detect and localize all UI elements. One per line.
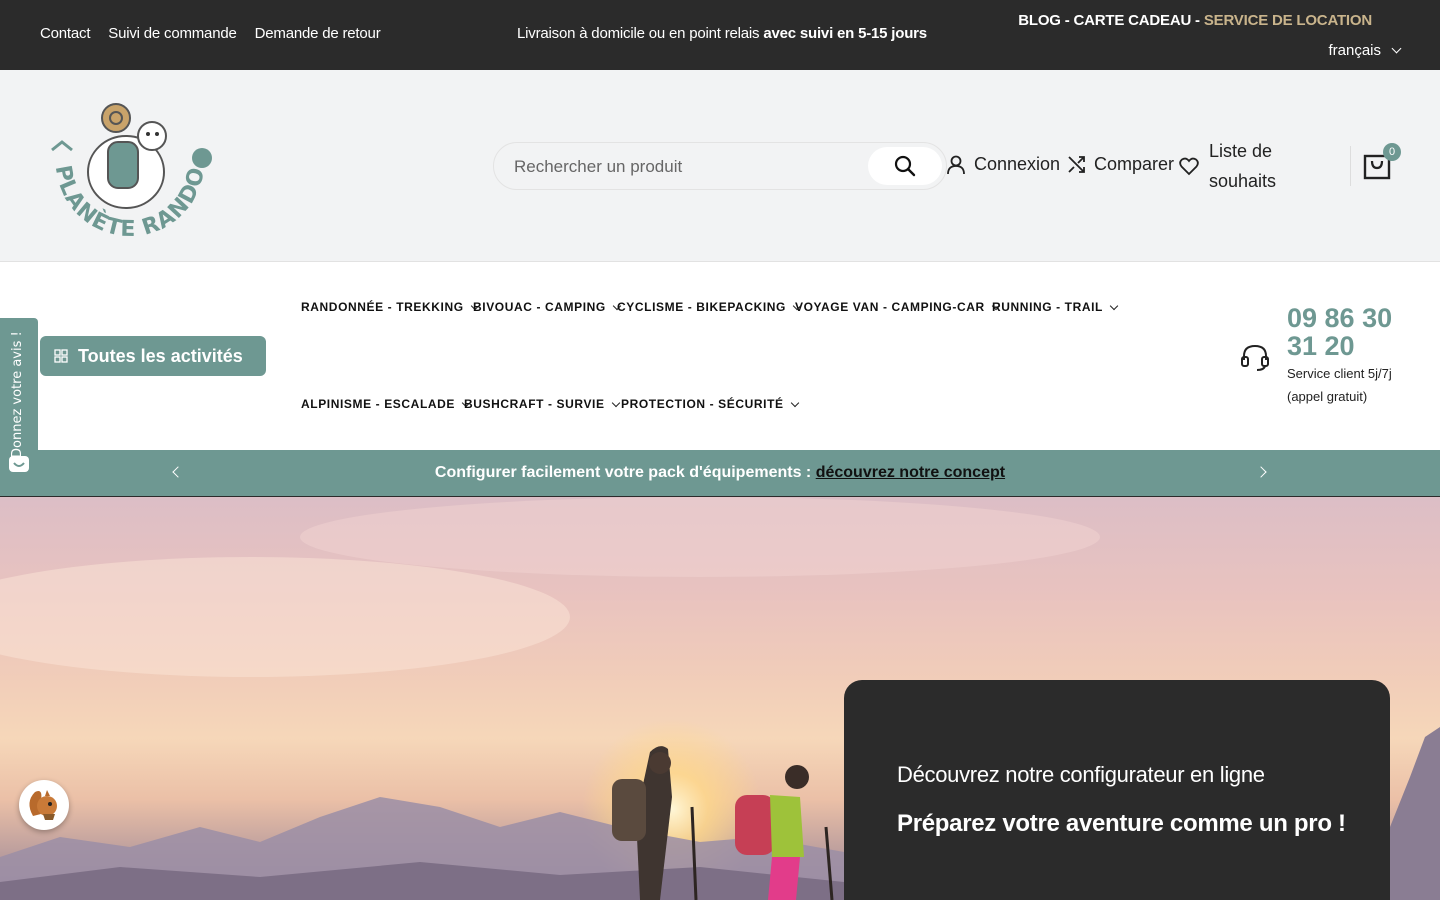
shuffle-icon	[1068, 156, 1085, 173]
search-bar	[493, 142, 947, 190]
nav-item-alpinisme[interactable]: ALPINISME - ESCALADE	[301, 397, 471, 411]
language-selector[interactable]: français	[1328, 42, 1402, 59]
user-icon	[947, 155, 965, 174]
login-label: Connexion	[974, 154, 1061, 174]
promo-concept-link[interactable]: découvrez notre concept	[816, 464, 1005, 481]
nav-item-bushcraft[interactable]: BUSHCRAFT - SURVIE	[464, 397, 620, 411]
nav-item-cyclisme[interactable]: CYCLISME - BIKEPACKING	[617, 300, 802, 314]
configurator-card: Découvrez notre configurateur en ligne P…	[844, 680, 1390, 900]
blog-giftcard-links[interactable]: BLOG - CARTE CADEAU -	[1018, 12, 1204, 29]
phone-subtext: Service client 5j/7j (appel gratuit)	[1287, 366, 1392, 404]
nav-label: VOYAGE VAN - CAMPING-CAR	[795, 300, 985, 314]
cart-count-badge: 0	[1383, 143, 1401, 161]
contact-link[interactable]: Contact	[40, 25, 90, 42]
compare-link[interactable]: Comparer	[1067, 154, 1174, 175]
chevron-down-icon	[790, 398, 799, 407]
main-navigation: Toutes les activités RANDONNÉE - TREKKIN…	[0, 262, 1440, 450]
promo-message: Configurer facilement votre pack d'équip…	[434, 464, 816, 481]
smiley-icon	[9, 456, 29, 472]
wishlist-label: Liste de souhaits	[1209, 141, 1277, 191]
search-button[interactable]	[868, 147, 942, 185]
order-tracking-link[interactable]: Suivi de commande	[108, 25, 237, 42]
nav-item-voyage-van[interactable]: VOYAGE VAN - CAMPING-CAR	[795, 300, 1000, 314]
cart-button[interactable]: 0	[1350, 143, 1401, 186]
nav-item-randonnee[interactable]: RANDONNÉE - TREKKING	[301, 300, 479, 314]
top-bar: Contact Suivi de commande Demande de ret…	[0, 0, 1440, 70]
shipping-text: Livraison à domicile ou en point relais	[517, 25, 760, 42]
wishlist-link[interactable]: Liste de souhaits	[1179, 136, 1289, 196]
grid-icon	[54, 349, 68, 363]
shipping-info: Livraison à domicile ou en point relais …	[517, 25, 927, 42]
nav-item-running[interactable]: RUNNING - TRAIL	[992, 300, 1119, 314]
all-activities-button[interactable]: Toutes les activités	[40, 336, 266, 376]
configurator-headline: Préparez votre aventure comme un pro !	[897, 810, 1346, 837]
headset-icon	[1241, 344, 1269, 371]
top-right-links: BLOG - CARTE CADEAU - SERVICE DE LOCATIO…	[1018, 12, 1372, 29]
chevron-down-icon	[1109, 301, 1119, 310]
rental-service-link[interactable]: SERVICE DE LOCATION	[1204, 12, 1372, 29]
nav-label: BUSHCRAFT - SURVIE	[464, 397, 605, 411]
review-side-tab[interactable]: Donnez votre avis !	[0, 318, 38, 476]
search-icon	[894, 155, 916, 177]
nav-item-protection[interactable]: PROTECTION - SÉCURITÉ	[621, 397, 799, 411]
promo-text: Configurer facilement votre pack d'équip…	[0, 464, 1440, 482]
top-links: Contact Suivi de commande Demande de ret…	[40, 25, 381, 42]
all-activities-label: Toutes les activités	[78, 345, 243, 366]
phone-number[interactable]: 09 86 30 31 20	[1287, 304, 1407, 360]
chat-assistant-button[interactable]	[19, 780, 69, 830]
promo-bar: Configurer facilement votre pack d'équip…	[0, 450, 1440, 497]
site-header: PLANÈTE RANDO Connexion Comparer Liste d…	[0, 70, 1440, 262]
nav-label: BIVOUAC - CAMPING	[473, 300, 606, 314]
squirrel-icon	[29, 790, 57, 820]
shipping-bold: avec suivi en 5-15 jours	[763, 25, 927, 42]
review-tab-label: Donnez votre avis !	[10, 331, 25, 458]
nav-label: RANDONNÉE - TREKKING	[301, 300, 464, 314]
planete-rando-logo[interactable]: PLANÈTE RANDO	[44, 102, 216, 242]
nav-label: CYCLISME - BIKEPACKING	[617, 300, 786, 314]
configurator-intro: Découvrez notre configurateur en ligne	[897, 762, 1265, 787]
chevron-down-icon	[1391, 43, 1402, 54]
language-label: français	[1328, 42, 1381, 59]
login-link[interactable]: Connexion	[946, 154, 1060, 175]
compare-label: Comparer	[1094, 154, 1175, 174]
return-request-link[interactable]: Demande de retour	[255, 25, 381, 42]
chevron-down-icon	[611, 398, 620, 407]
nav-label: RUNNING - TRAIL	[992, 300, 1103, 314]
nav-label: ALPINISME - ESCALADE	[301, 397, 456, 411]
search-input[interactable]	[514, 155, 844, 179]
nav-label: PROTECTION - SÉCURITÉ	[621, 397, 784, 411]
nav-item-bivouac[interactable]: BIVOUAC - CAMPING	[473, 300, 622, 314]
heart-icon	[1179, 157, 1199, 175]
